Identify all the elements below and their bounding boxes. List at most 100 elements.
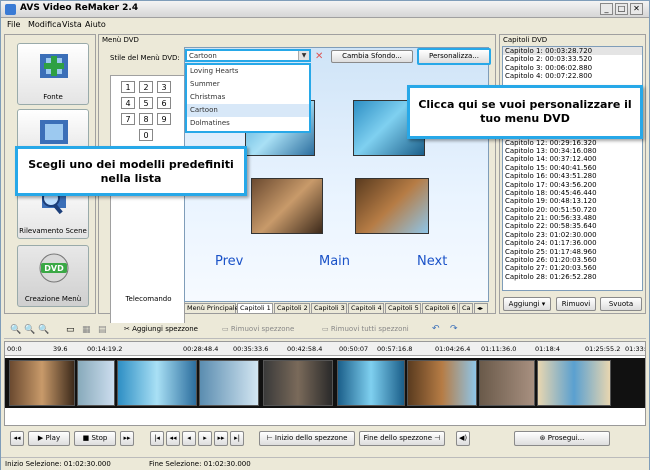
go-start-button[interactable]: |◂ — [150, 431, 164, 446]
redo-icon[interactable]: ↷ — [450, 324, 458, 334]
list-item[interactable]: Capitolo 27: 01:20:03.560 — [503, 264, 642, 272]
minimize-button[interactable]: _ — [600, 3, 613, 15]
list-item[interactable]: Capitolo 23: 01:02:30.000 — [503, 231, 642, 239]
close-button[interactable]: ✕ — [630, 3, 643, 15]
list-item[interactable]: Capitolo 22: 00:58:35.640 — [503, 222, 642, 230]
zoom-in-icon[interactable]: 🔍 — [10, 325, 21, 335]
dropdown-option[interactable]: Cartoon — [187, 104, 309, 117]
numpad-key[interactable]: 8 — [139, 113, 153, 125]
undo-icon[interactable]: ↶ — [432, 324, 440, 334]
change-background-button[interactable]: Cambia Sfondo... — [331, 50, 413, 63]
proceed-button[interactable]: ⊛ Prosegui... — [514, 431, 610, 446]
list-item[interactable]: Capitolo 28: 01:26:52.280 — [503, 273, 642, 281]
step-forward-button[interactable]: ▸ — [198, 431, 212, 446]
chapter-list[interactable]: Capitolo 1: 00:03:28.720 Capitolo 2: 00:… — [502, 46, 643, 291]
copy-icon[interactable]: ▤ — [98, 325, 107, 335]
remove-chapter-button[interactable]: Rimuovi — [556, 297, 596, 311]
list-item[interactable]: Capitolo 2: 00:03:33.520 — [503, 55, 642, 63]
zoom-fit-icon[interactable]: 🔍 — [38, 325, 49, 335]
list-item[interactable]: Capitolo 19: 00:48:13.120 — [503, 197, 642, 205]
fast-forward-button[interactable]: ▸▸ — [120, 431, 134, 446]
list-item[interactable]: Capitolo 4: 00:07:22.800 — [503, 72, 642, 80]
segment-start-button[interactable]: ⊢ Inizio dello spezzone — [259, 431, 355, 446]
list-item[interactable]: Capitolo 14: 00:37:12.400 — [503, 155, 642, 163]
list-item[interactable]: Capitolo 15: 00:40:41.560 — [503, 164, 642, 172]
remove-segment-button[interactable]: ▭ Rimuovi spezzone — [222, 325, 294, 333]
chapter-thumbnail[interactable] — [355, 178, 429, 234]
sidebar-item-source[interactable]: Fonte — [17, 43, 89, 105]
list-item[interactable]: Capitolo 25: 01:17:48.960 — [503, 248, 642, 256]
remove-all-segments-button[interactable]: ▭ Rimuovi tutti spezzoni — [322, 325, 409, 333]
chapter-thumbnail[interactable] — [251, 178, 323, 234]
dropdown-option[interactable]: Dolmatines — [187, 117, 309, 130]
list-item[interactable]: Capitolo 20: 00:51:50.720 — [503, 206, 642, 214]
numpad-key[interactable]: 9 — [157, 113, 171, 125]
tab-chapters-6[interactable]: Capitoli 6 — [422, 303, 458, 314]
list-item[interactable]: Capitolo 18: 00:45:46.440 — [503, 189, 642, 197]
play-button[interactable]: ▶ Play — [28, 431, 70, 446]
customize-button[interactable]: Personalizza... — [417, 48, 491, 65]
split-icon[interactable]: ▭ — [66, 325, 75, 335]
add-chapter-button[interactable]: Aggiungi ▾ — [503, 297, 551, 311]
segment-end-button[interactable]: Fine dello spezzone ⊣ — [359, 431, 445, 446]
zoom-out-icon[interactable]: 🔍 — [24, 325, 35, 335]
list-item[interactable]: Capitolo 21: 00:56:33.480 — [503, 214, 642, 222]
timeline-frame[interactable] — [479, 360, 535, 406]
dropdown-option[interactable]: Loving Hearts — [187, 65, 309, 78]
numpad-key[interactable]: 6 — [157, 97, 171, 109]
tab-chapters-1[interactable]: Capitoli 1 — [237, 303, 273, 314]
timeline-frame[interactable] — [199, 360, 259, 406]
timeline-frame[interactable] — [263, 360, 333, 406]
numpad-key[interactable]: 3 — [157, 81, 171, 93]
next-frame-button[interactable]: ▸▸ — [214, 431, 228, 446]
step-back-button[interactable]: ◂ — [182, 431, 196, 446]
tab-chapters-3[interactable]: Capitoli 3 — [311, 303, 347, 314]
numpad-key[interactable]: 4 — [121, 97, 135, 109]
tab-chapters-5[interactable]: Capitoli 5 — [385, 303, 421, 314]
menu-modifica[interactable]: Modifica — [28, 20, 61, 29]
list-item[interactable]: Capitolo 13: 00:34:16.080 — [503, 147, 642, 155]
timeline[interactable]: 00:0 39.6 00:14:19.2 00:28:48.4 00:35:33… — [4, 341, 646, 426]
timeline-frame[interactable] — [537, 360, 611, 406]
timeline-frame[interactable] — [9, 360, 75, 406]
list-item[interactable]: Capitolo 12: 00:29:16.320 — [503, 139, 642, 147]
sidebar-item-menu-creation[interactable]: DVD Creazione Menù — [17, 245, 89, 307]
list-item[interactable]: Capitolo 17: 00:43:56.200 — [503, 181, 642, 189]
menu-aiuto[interactable]: Aiuto — [85, 20, 106, 29]
tab-chapters-4[interactable]: Capitoli 4 — [348, 303, 384, 314]
timeline-frame[interactable] — [407, 360, 477, 406]
list-item[interactable]: Capitolo 3: 00:06:02.880 — [503, 64, 642, 72]
timeline-frame[interactable] — [117, 360, 197, 406]
numpad-key[interactable]: 5 — [139, 97, 153, 109]
numpad-key[interactable]: 0 — [139, 129, 153, 141]
list-item[interactable]: Capitolo 26: 01:20:03.560 — [503, 256, 642, 264]
rewind-button[interactable]: ◂◂ — [10, 431, 24, 446]
menu-file[interactable]: File — [7, 20, 20, 29]
add-segment-button[interactable]: ✂ Aggiungi spezzone — [124, 325, 198, 333]
dropdown-option[interactable]: Summer — [187, 78, 309, 91]
timeline-frame[interactable] — [337, 360, 405, 406]
menu-style-select[interactable]: Cartoon ▼ — [185, 49, 311, 62]
numpad-key[interactable]: 1 — [121, 81, 135, 93]
chevron-down-icon[interactable]: ▼ — [298, 51, 309, 60]
list-item[interactable]: Capitolo 16: 00:43:51.280 — [503, 172, 642, 180]
tab-scroll-arrows[interactable]: ◂▸ — [474, 303, 488, 314]
list-item[interactable]: Capitolo 1: 00:03:28.720 — [503, 47, 642, 56]
dropdown-option[interactable]: Christmas — [187, 91, 309, 104]
maximize-button[interactable]: □ — [615, 3, 628, 15]
nav-main[interactable]: Main — [319, 254, 350, 269]
tab-main-menu[interactable]: Menù Principale — [184, 303, 239, 314]
delete-icon[interactable]: ▦ — [82, 325, 91, 335]
nav-next[interactable]: Next — [417, 254, 447, 269]
tab-chapters-2[interactable]: Capitoli 2 — [274, 303, 310, 314]
nav-prev[interactable]: Prev — [215, 254, 243, 269]
go-end-button[interactable]: ▸| — [230, 431, 244, 446]
numpad-key[interactable]: 7 — [121, 113, 135, 125]
clear-icon[interactable]: ✕ — [315, 51, 323, 62]
list-item[interactable]: Capitolo 24: 01:17:36.000 — [503, 239, 642, 247]
timeline-frame[interactable] — [77, 360, 115, 406]
numpad-key[interactable]: 2 — [139, 81, 153, 93]
tab-more[interactable]: Ca — [459, 303, 473, 314]
clear-chapters-button[interactable]: Svuota — [600, 297, 642, 311]
volume-icon[interactable]: ◀) — [456, 431, 470, 446]
